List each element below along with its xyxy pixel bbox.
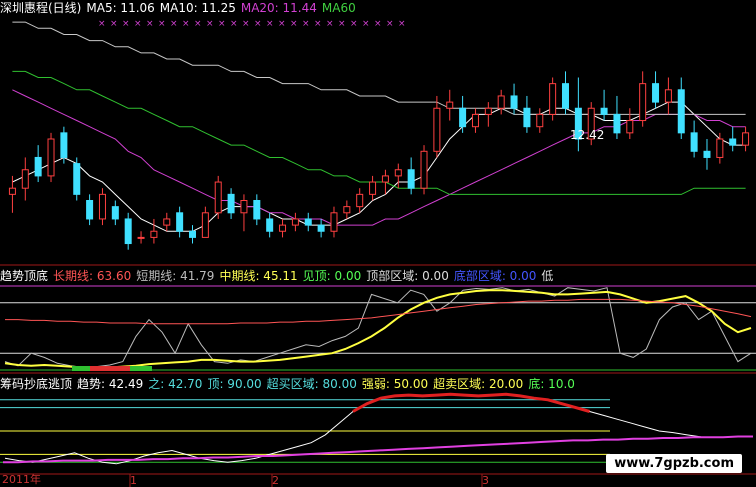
signal-marker: × bbox=[326, 19, 334, 29]
signal-marker: × bbox=[182, 19, 190, 29]
candle-body bbox=[176, 212, 184, 232]
signal-marker: × bbox=[338, 19, 346, 29]
indicator1-line bbox=[4, 289, 752, 369]
candle-body bbox=[240, 200, 248, 214]
candle-body bbox=[34, 156, 42, 177]
candle-body bbox=[613, 113, 621, 134]
candle-body bbox=[86, 200, 94, 220]
candle-body bbox=[703, 150, 711, 158]
candle-body bbox=[343, 206, 351, 214]
candle-body bbox=[330, 212, 338, 232]
candle-body bbox=[446, 101, 454, 109]
candle-body bbox=[394, 169, 402, 177]
signal-marker: × bbox=[386, 19, 394, 29]
signal-marker: × bbox=[146, 19, 154, 29]
signal-marker: × bbox=[302, 19, 310, 29]
signal-marker: × bbox=[110, 19, 118, 29]
signal-marker: × bbox=[314, 19, 322, 29]
candle-body bbox=[8, 187, 16, 195]
candle-body bbox=[420, 150, 428, 189]
watermark: www.7gpzb.com bbox=[606, 454, 742, 473]
candle-body bbox=[742, 132, 750, 146]
signal-marker: × bbox=[362, 19, 370, 29]
stock-chart-canvas[interactable]: 12.42 × × × × × × × × × × × × × × × × × × × × × × × × × × bbox=[0, 0, 756, 487]
date-label: 3 bbox=[482, 474, 489, 487]
signal-marker: × bbox=[278, 19, 286, 29]
indicator2-trend-line bbox=[4, 393, 702, 465]
signal-marker: × bbox=[350, 19, 358, 29]
date-label: 1 bbox=[130, 474, 137, 487]
candle-body bbox=[510, 95, 518, 109]
candle-body bbox=[317, 224, 325, 232]
ma-line-ma5 bbox=[12, 101, 746, 232]
candle-body bbox=[304, 218, 312, 226]
candle-body bbox=[98, 193, 106, 220]
signal-marker: × bbox=[194, 19, 202, 29]
signal-marker: × bbox=[218, 19, 226, 29]
ma-line-ma120 bbox=[12, 21, 746, 115]
signal-marker: × bbox=[158, 19, 166, 29]
candle-body bbox=[21, 169, 29, 189]
candle-body bbox=[73, 163, 81, 195]
candle-body bbox=[356, 193, 364, 208]
candle-body bbox=[111, 206, 119, 220]
signal-marker: × bbox=[398, 19, 406, 29]
candle-body bbox=[279, 224, 287, 232]
candle-body bbox=[189, 230, 196, 238]
candle-body bbox=[639, 83, 647, 122]
candle-body bbox=[124, 218, 132, 245]
candle-body bbox=[381, 175, 389, 183]
candle-body bbox=[201, 212, 209, 238]
candle-body bbox=[549, 83, 557, 115]
signal-marker: × bbox=[206, 19, 214, 29]
candle-body bbox=[664, 89, 672, 103]
candle-body bbox=[47, 138, 55, 177]
candle-body bbox=[536, 113, 544, 128]
candle-body bbox=[60, 132, 68, 158]
signal-marker: × bbox=[374, 19, 382, 29]
candle-body bbox=[266, 218, 274, 232]
candle-body bbox=[459, 107, 467, 128]
candle-body bbox=[562, 83, 569, 109]
signal-marker: × bbox=[290, 19, 298, 29]
signal-marker: × bbox=[98, 19, 106, 29]
high-price-label: 12.42 bbox=[570, 128, 604, 142]
candle-body bbox=[626, 120, 634, 134]
date-label: 2 bbox=[272, 474, 279, 487]
signal-marker: × bbox=[122, 19, 130, 29]
candle-body bbox=[433, 107, 441, 152]
signal-marker: × bbox=[266, 19, 274, 29]
ma-line-ma60 bbox=[12, 70, 746, 195]
candle-body bbox=[484, 107, 492, 115]
candle-body bbox=[253, 200, 261, 220]
candle-body bbox=[497, 95, 505, 109]
bottom-region-bar bbox=[90, 366, 130, 371]
candle-body bbox=[137, 236, 145, 239]
candle-body bbox=[369, 181, 377, 195]
candle-body bbox=[716, 138, 724, 158]
candle-body bbox=[471, 113, 479, 128]
candle-body bbox=[407, 169, 415, 189]
candle-body bbox=[227, 193, 235, 214]
indicator2-overbought-line bbox=[352, 392, 591, 413]
signal-marker: × bbox=[170, 19, 178, 29]
candle-body bbox=[291, 218, 299, 226]
date-label: 2011年 bbox=[2, 473, 41, 486]
candle-body bbox=[600, 107, 608, 115]
candle-body bbox=[690, 132, 698, 152]
candle-body bbox=[214, 181, 222, 214]
candle-body bbox=[652, 83, 660, 103]
signal-marker: × bbox=[134, 19, 142, 29]
candle-body bbox=[163, 218, 171, 226]
ma-line-ma20 bbox=[12, 89, 746, 226]
candle-body bbox=[677, 89, 685, 134]
candle-body bbox=[729, 138, 737, 146]
signal-marker: × bbox=[242, 19, 250, 29]
signal-marker: × bbox=[254, 19, 262, 29]
candle-body bbox=[150, 230, 158, 238]
signal-marker: × bbox=[230, 19, 238, 29]
candle-body bbox=[523, 107, 531, 128]
